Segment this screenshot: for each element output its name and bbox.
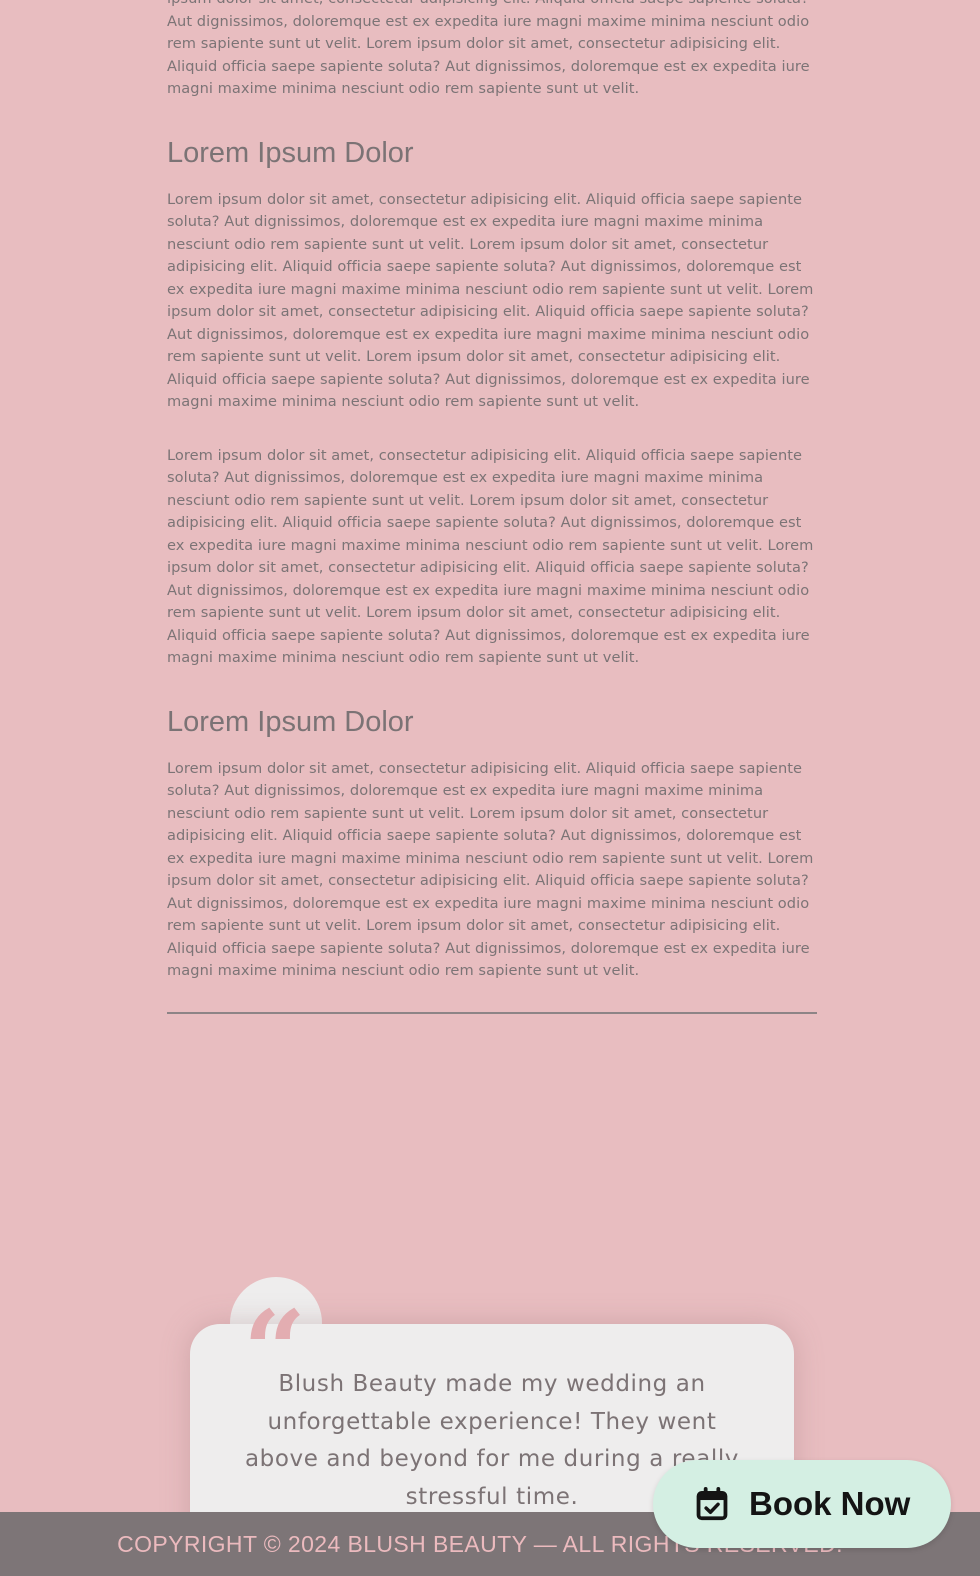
article-section: Lorem Ipsum Dolor Lorem ipsum dolor sit … <box>167 134 817 670</box>
section-paragraph: Lorem ipsum dolor sit amet, consectetur … <box>167 759 814 980</box>
article-section: Lorem Ipsum Dolor Lorem ipsum dolor sit … <box>167 703 817 983</box>
book-now-button[interactable]: Book Now <box>653 1460 951 1548</box>
intro-paragraph: ipsum dolor sit amet, consectetur adipis… <box>167 0 810 97</box>
section-paragraph: Lorem ipsum dolor sit amet, consectetur … <box>167 446 814 667</box>
section-heading: Lorem Ipsum Dolor <box>167 705 414 738</box>
calendar-check-icon <box>693 1485 731 1523</box>
article-content: ipsum dolor sit amet, consectetur adipis… <box>167 0 817 983</box>
book-now-label: Book Now <box>749 1485 911 1522</box>
section-paragraph: Lorem ipsum dolor sit amet, consectetur … <box>167 190 814 411</box>
section-heading: Lorem Ipsum Dolor <box>167 136 414 169</box>
content-divider <box>167 1012 817 1014</box>
